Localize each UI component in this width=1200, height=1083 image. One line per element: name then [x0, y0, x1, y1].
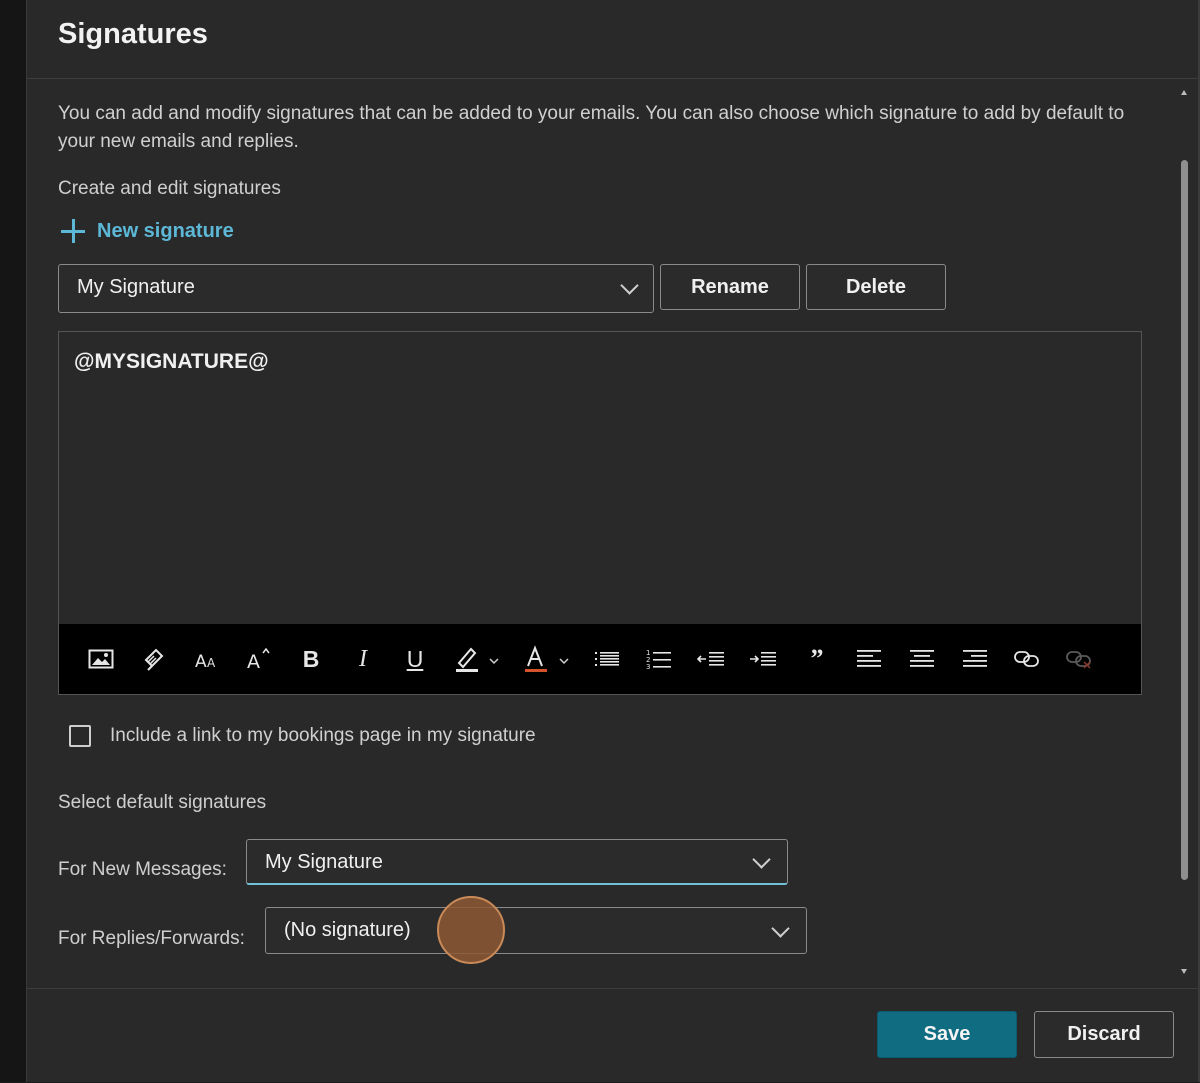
new-signature-button[interactable]: New signature: [60, 218, 234, 244]
editor-content[interactable]: @MYSIGNATURE@: [74, 350, 269, 374]
bold-icon[interactable]: B: [297, 644, 325, 674]
italic-icon[interactable]: I: [349, 644, 377, 674]
chevron-down-icon: [620, 276, 639, 295]
text-effects-icon[interactable]: A: [245, 644, 273, 674]
panel-header: Signatures: [27, 0, 1199, 79]
discard-button[interactable]: Discard: [1034, 1011, 1174, 1058]
formatting-toolbar: AA A B I U 12 3 ”: [59, 624, 1141, 694]
svg-text:A: A: [247, 651, 260, 671]
left-background-strip: [0, 0, 26, 1082]
scroll-down-icon[interactable]: [1181, 969, 1187, 974]
delete-button[interactable]: Delete: [806, 264, 946, 310]
bullets-icon[interactable]: [593, 644, 621, 674]
decrease-indent-icon[interactable]: [697, 644, 725, 674]
replies-forwards-select[interactable]: (No signature): [265, 907, 807, 954]
defaults-section-label: Select default signatures: [58, 792, 267, 813]
format-painter-icon[interactable]: [141, 644, 169, 674]
chevron-down-icon: [752, 850, 771, 869]
align-right-icon[interactable]: [961, 644, 989, 674]
underline-icon[interactable]: U: [401, 644, 429, 674]
page-title: Signatures: [58, 18, 208, 50]
remove-link-icon[interactable]: [1065, 644, 1093, 674]
signature-select-value: My Signature: [77, 276, 195, 298]
new-messages-label: For New Messages:: [58, 859, 227, 880]
align-center-icon[interactable]: [908, 644, 936, 674]
svg-text:A: A: [195, 652, 207, 671]
highlight-icon[interactable]: [453, 644, 503, 674]
increase-indent-icon[interactable]: [749, 644, 777, 674]
new-messages-value: My Signature: [265, 851, 383, 873]
save-button[interactable]: Save: [877, 1011, 1017, 1058]
plus-icon: [60, 218, 86, 244]
new-signature-label: New signature: [97, 219, 234, 242]
description-text: You can add and modify signatures that c…: [58, 103, 1125, 152]
bookings-link-checkbox[interactable]: [69, 725, 91, 747]
font-size-icon[interactable]: AA: [193, 644, 221, 674]
scrollbar-thumb[interactable]: [1181, 160, 1188, 880]
bookings-link-label: Include a link to my bookings page in my…: [110, 725, 536, 746]
quote-icon[interactable]: ”: [803, 644, 831, 674]
scrollbar[interactable]: [1177, 88, 1191, 978]
insert-link-icon[interactable]: [1013, 644, 1041, 674]
replies-forwards-value: (No signature): [284, 919, 411, 941]
create-section-label: Create and edit signatures: [58, 178, 281, 199]
rename-button[interactable]: Rename: [660, 264, 800, 310]
svg-text:A: A: [207, 656, 216, 670]
signature-select[interactable]: My Signature: [58, 264, 654, 313]
font-color-icon[interactable]: [523, 644, 573, 674]
panel-footer: Save Discard: [27, 988, 1199, 1083]
chevron-down-icon: [771, 919, 790, 938]
new-messages-select[interactable]: My Signature: [246, 839, 788, 885]
replies-forwards-label: For Replies/Forwards:: [58, 928, 245, 949]
svg-text:3: 3: [646, 663, 650, 670]
signature-editor[interactable]: @MYSIGNATURE@ AA A B I U 1 2 3 ”: [58, 331, 1142, 695]
numbering-icon[interactable]: 123: [645, 644, 673, 674]
signatures-panel: Signatures You can add and modify signat…: [26, 0, 1199, 1082]
insert-image-icon[interactable]: [87, 644, 115, 674]
scroll-up-icon[interactable]: [1181, 90, 1187, 95]
align-left-icon[interactable]: [855, 644, 883, 674]
